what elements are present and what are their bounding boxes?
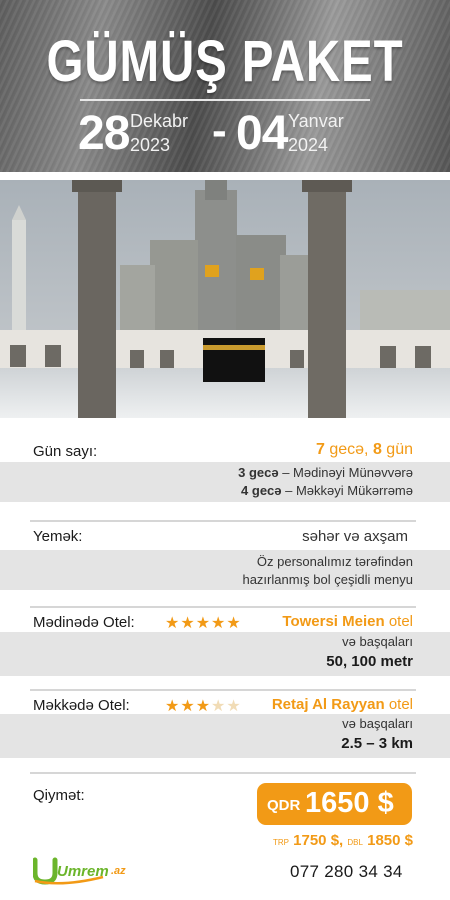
logo-text: Umrem [57,863,109,880]
star-filled-icon: ★ [195,615,212,632]
star-filled-icon: ★ [195,698,212,715]
duration-line-2: 4 gecə – Məkkəyi Mükərrəmə [241,483,413,498]
star-filled-icon: ★ [211,615,227,632]
duration-line-2-rest: – Məkkəyi Mükərrəmə [281,483,413,498]
medina-hotel-label: Mədinədə Otel: [33,614,135,631]
price-value: 1650 $ [305,787,394,819]
mecca-hotel-name: Retaj Al Rayyan [271,696,385,713]
medina-hotel-name-row: Towersi Meien otel [282,613,413,630]
logo-suffix: .az [111,865,126,877]
phone-number: 077 280 34 34 [290,862,403,881]
food-note-1: Öz personalımız tərəfindən [256,554,413,569]
price-alternatives: TRP 1750 $, DBL 1850 $ [273,832,413,849]
food-note-2: hazırlanmış bol çeşidli menyu [242,572,413,587]
dbl-label: DBL [347,838,363,847]
medina-star-rating: ★★★★★ [165,613,242,633]
umrem-logo: Umrem .az [32,857,133,885]
mecca-star-rating: ★★★★★ [165,696,242,716]
mecca-hotel-label: Məkkədə Otel: [33,697,130,714]
nights-word: gecə, [329,441,369,458]
food-label: Yemək: [33,528,83,545]
end-month: Yanvar [288,111,344,131]
price-label: Qiymət: [33,787,85,804]
kaaba-photo [0,180,450,418]
star-filled-icon: ★ [180,615,196,632]
price-divider [30,772,416,774]
star-filled-icon: ★ [165,615,181,632]
date-dash: - [212,106,227,155]
days-word: gün [386,441,413,458]
duration-line-1-rest: – Mədinəyi Münəvvərə [278,465,413,480]
mecca-divider [30,689,416,691]
header-banner: GÜMÜŞ PAKET 28 Dekabr 2023 - 04 Yanvar 2… [0,0,450,172]
mecca-others: və başqaları [342,716,413,731]
start-day: 28 [78,107,130,160]
trp-value: 1750 $, [293,832,344,849]
duration-label: Gün sayı: [33,443,98,460]
star-filled-icon: ★ [226,615,242,632]
dbl-value: 1850 $ [367,832,413,849]
food-divider [30,520,416,522]
price-currency: QDR [267,797,301,814]
end-year: 2024 [288,135,329,155]
mecca-hotel-suffix: otel [388,696,413,713]
end-day: 04 [236,107,288,160]
star-filled-icon: ★ [180,698,196,715]
trp-label: TRP [272,838,289,847]
nights-count: 7 [315,441,325,458]
medina-hotel-suffix: otel [388,613,413,630]
medina-hotel-name: Towersi Meien [282,613,385,630]
start-year: 2023 [130,135,171,155]
title-divider [80,99,370,101]
duration-line-1-bold: 3 gecə [238,465,279,480]
medina-distance: 50, 100 metr [326,653,413,670]
duration-line-1: 3 gecə – Mədinəyi Münəvvərə [238,465,413,480]
star-filled-icon: ★ [165,698,181,715]
mecca-distance: 2.5 – 3 km [341,735,413,752]
star-empty-icon: ★ [226,698,242,715]
medina-others: və başqaları [342,634,413,649]
duration-line-2-bold: 4 gecə [241,483,282,498]
food-value: səhər və axşam [302,528,408,545]
medina-divider [30,606,416,608]
mecca-hotel-name-row: Retaj Al Rayyan otel [272,696,413,713]
duration-value: 7 gecə, 8 gün [316,441,413,459]
start-month: Dekabr [130,111,189,131]
star-empty-icon: ★ [211,698,227,715]
price-badge: QDR 1650 $ [257,783,412,825]
kaaba-illustration [0,180,450,418]
package-title: GÜMÜŞ PAKET [46,29,404,94]
days-count: 8 [372,441,382,458]
